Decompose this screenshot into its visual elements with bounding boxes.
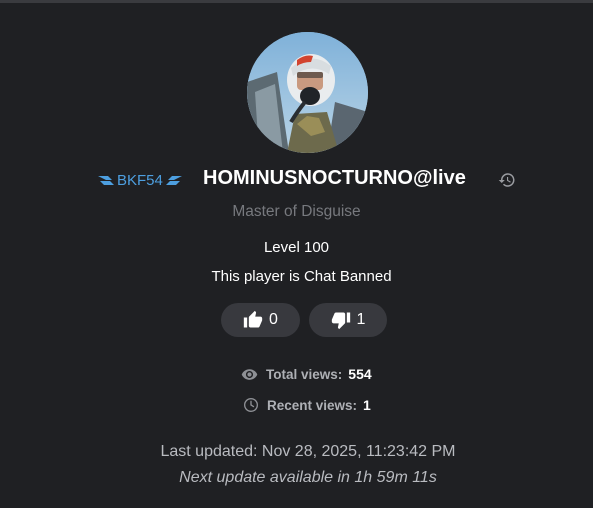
recent-views-value: 1: [363, 397, 371, 413]
thumbs-down-icon: [331, 312, 350, 330]
avatar: [247, 32, 368, 153]
dislike-button[interactable]: 1: [309, 303, 387, 337]
eye-icon: [241, 368, 258, 380]
player-name: HOMINUSNOCTURNO@live: [203, 167, 466, 189]
total-views: Total views: 554: [241, 365, 372, 383]
clan-tag[interactable]: BKF54: [98, 171, 182, 189]
player-title: Master of Disguise: [232, 203, 361, 220]
clan-wing-left-icon: [98, 176, 114, 185]
last-updated: Last updated: Nov 28, 2025, 11:23:42 PM: [160, 443, 456, 460]
history-icon[interactable]: [498, 171, 516, 189]
recent-views: Recent views: 1: [243, 396, 371, 414]
dislike-count: 1: [356, 311, 366, 328]
clan-wing-right-icon: [165, 176, 182, 185]
total-views-value: 554: [348, 366, 372, 382]
top-divider: [0, 0, 593, 3]
thumbs-up-icon: [243, 310, 263, 328]
player-header: BKF54 HOMINUSNOCTURNO@live: [0, 166, 593, 194]
like-count: 0: [269, 311, 278, 328]
like-button[interactable]: 0: [221, 303, 300, 337]
clan-tag-text: BKF54: [117, 171, 163, 189]
pilot-avatar-image: [247, 32, 368, 153]
chat-ban-status: This player is Chat Banned: [211, 268, 392, 285]
next-update: Next update available in 1h 59m 11s: [179, 469, 437, 486]
total-views-label: Total views:: [266, 366, 343, 382]
recent-views-label: Recent views:: [267, 397, 358, 413]
clock-icon: [244, 398, 258, 412]
player-level: Level 100: [263, 239, 330, 256]
